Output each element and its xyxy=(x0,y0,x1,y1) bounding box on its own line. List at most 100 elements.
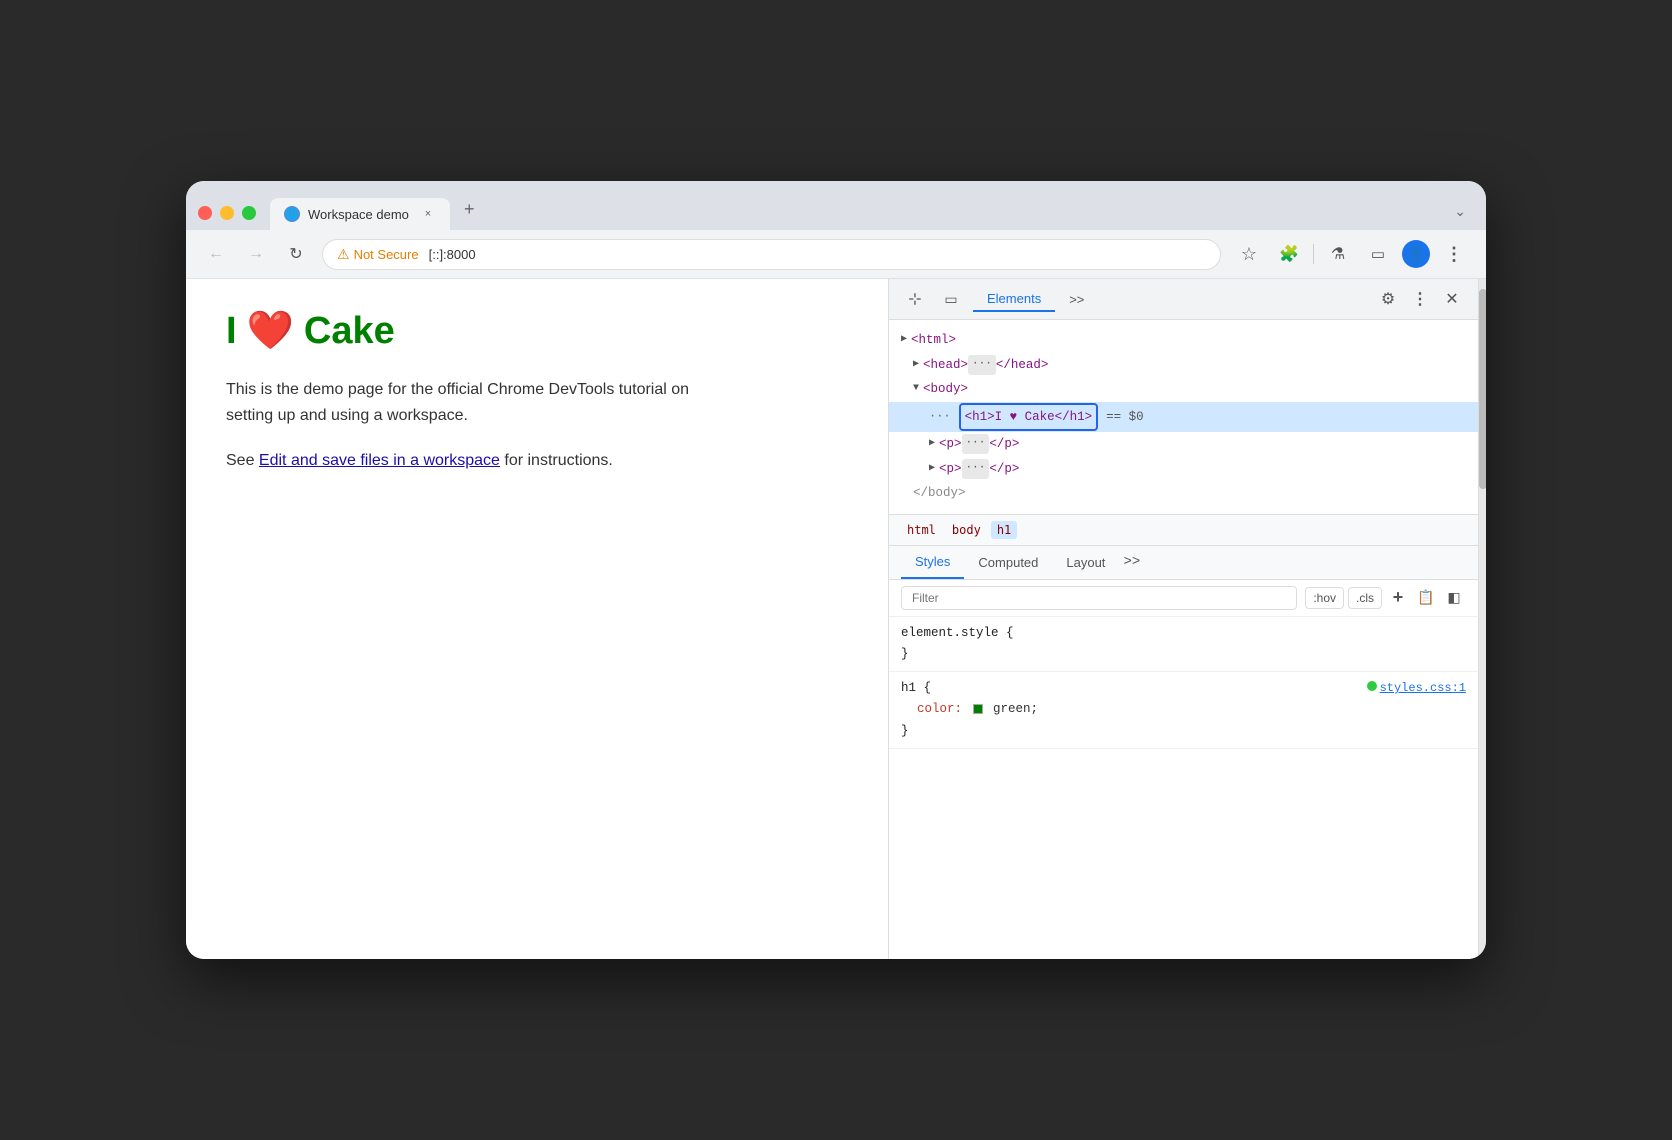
settings-icon: ⚙ xyxy=(1381,289,1395,309)
element-style-selector: element.style { xyxy=(901,626,1014,640)
workspace-link[interactable]: Edit and save files in a workspace xyxy=(259,452,500,469)
html-tag: <html> xyxy=(911,329,956,352)
paragraph2-prefix: See xyxy=(226,452,259,469)
dom-body-close-line[interactable]: </body> xyxy=(889,481,1478,506)
dom-tree: ▶ <html> ▶ <head> ··· </head> ▼ <body> xyxy=(889,320,1478,515)
body-close-preview: </body> xyxy=(913,482,966,505)
devtools-close-button[interactable]: ✕ xyxy=(1438,285,1466,313)
breadcrumb-body[interactable]: body xyxy=(946,521,987,539)
inspect-button[interactable]: ⊹ xyxy=(901,285,929,313)
h1-source[interactable]: styles.css:1 xyxy=(1367,678,1466,698)
subtab-styles[interactable]: Styles xyxy=(901,546,964,579)
forward-button[interactable]: → xyxy=(242,240,270,268)
devtools-more-button[interactable]: ⋮ xyxy=(1406,285,1434,313)
subtab-computed[interactable]: Computed xyxy=(964,547,1052,578)
head-open-tag: <head> xyxy=(923,354,968,377)
h1-rule: h1 { styles.css:1 color: green; } xyxy=(889,672,1478,749)
subtab-layout[interactable]: Layout xyxy=(1052,547,1119,578)
paragraph-2: See Edit and save files in a workspace f… xyxy=(226,448,726,474)
head-close-tag: </head> xyxy=(996,354,1049,377)
maximize-button[interactable] xyxy=(242,206,256,220)
devtools-settings-button[interactable]: ⚙ xyxy=(1374,285,1402,313)
paragraph2-suffix: for instructions. xyxy=(500,452,613,469)
dom-html-line[interactable]: ▶ <html> xyxy=(889,328,1478,353)
dom-h1-line[interactable]: ··· <h1>I ♥ Cake</h1> == $0 xyxy=(889,402,1478,433)
breadcrumb-html[interactable]: html xyxy=(901,521,942,539)
menu-button[interactable]: ⋮ xyxy=(1438,238,1470,270)
dom-more-button[interactable]: ··· xyxy=(929,406,951,428)
dom-head-line[interactable]: ▶ <head> ··· </head> xyxy=(889,353,1478,378)
url-address: [::]:8000 xyxy=(429,247,476,262)
element-state-button[interactable]: ◧ xyxy=(1442,586,1466,610)
reload-button[interactable]: ↻ xyxy=(282,240,310,268)
split-icon: ▭ xyxy=(1371,245,1385,263)
body-open-tag: <body> xyxy=(923,378,968,401)
dom-p2-line[interactable]: ▶ <p> ··· </p> xyxy=(889,457,1478,482)
tab-title: Workspace demo xyxy=(308,207,412,222)
tab-elements[interactable]: Elements xyxy=(973,287,1055,312)
minimize-button[interactable] xyxy=(220,206,234,220)
url-bar[interactable]: ⚠ Not Secure [::]:8000 xyxy=(322,239,1221,270)
security-text: Not Secure xyxy=(354,247,419,262)
color-swatch-green[interactable] xyxy=(973,704,983,714)
toolbar-icons: ☆ 🧩 ⚗ ▭ 👤 ⋮ xyxy=(1233,238,1470,270)
browser-content: I ❤️ Cake This is the demo page for the … xyxy=(186,279,1486,959)
add-style-button[interactable]: + xyxy=(1386,586,1410,610)
extensions-button[interactable]: 🧩 xyxy=(1273,238,1305,270)
dom-body-line[interactable]: ▼ <body> xyxy=(889,377,1478,402)
tab-favicon: 🌐 xyxy=(284,206,300,222)
styles-filter-input[interactable] xyxy=(901,586,1297,610)
page-content: I ❤️ Cake This is the demo page for the … xyxy=(186,279,888,959)
devtools-right-icons: ⚙ ⋮ ✕ xyxy=(1374,285,1466,313)
devtools-scrollbar-thumb[interactable] xyxy=(1479,289,1486,489)
p1-ellipsis[interactable]: ··· xyxy=(962,434,990,454)
breadcrumb-h1[interactable]: h1 xyxy=(991,521,1017,539)
devtools-tabs: Elements >> xyxy=(973,287,1366,312)
address-bar: ← → ↻ ⚠ Not Secure [::]:8000 ☆ 🧩 ⚗ ▭ xyxy=(186,230,1486,279)
collapse-head-icon[interactable]: ▶ xyxy=(913,356,919,374)
devtools-scrollbar[interactable] xyxy=(1478,279,1486,959)
collapse-p2-icon[interactable]: ▶ xyxy=(929,460,935,478)
heading-cake: Cake xyxy=(304,310,395,353)
devtools-toolbar: ⊹ ▭ Elements >> ⚙ xyxy=(889,279,1478,320)
new-stylesheet-button[interactable]: 📋 xyxy=(1414,586,1438,610)
cls-button[interactable]: .cls xyxy=(1348,587,1382,609)
bookmark-button[interactable]: ☆ xyxy=(1233,238,1265,270)
p1-close-tag: </p> xyxy=(989,433,1019,456)
new-tab-button[interactable]: + xyxy=(454,191,485,230)
element-style-rule: element.style { } xyxy=(889,617,1478,673)
collapse-html-icon[interactable]: ▶ xyxy=(901,331,907,349)
head-ellipsis[interactable]: ··· xyxy=(968,355,996,375)
labs-icon: ⚗ xyxy=(1331,244,1345,264)
subtab-more-icon[interactable]: >> xyxy=(1123,554,1140,570)
color-value: green; xyxy=(993,702,1038,716)
dom-p1-line[interactable]: ▶ <p> ··· </p> xyxy=(889,432,1478,457)
tab-bar: 🌐 Workspace demo × + ⌄ xyxy=(186,181,1486,230)
back-button[interactable]: ← xyxy=(202,240,230,268)
hov-button[interactable]: :hov xyxy=(1305,587,1344,609)
source-dot-icon xyxy=(1367,681,1377,691)
collapse-body-icon[interactable]: ▼ xyxy=(913,380,919,398)
tab-menu-button[interactable]: ⌄ xyxy=(1446,195,1474,230)
active-tab[interactable]: 🌐 Workspace demo × xyxy=(270,198,450,230)
tab-more-devtools[interactable]: >> xyxy=(1055,288,1098,311)
close-icon: ✕ xyxy=(1445,289,1458,309)
heading-i: I xyxy=(226,310,237,353)
profile-avatar[interactable]: 👤 xyxy=(1402,240,1430,268)
h1-rule-close: } xyxy=(901,724,909,738)
labs-button[interactable]: ⚗ xyxy=(1322,238,1354,270)
profile-icon: 👤 xyxy=(1407,245,1426,263)
p2-close-tag: </p> xyxy=(989,458,1019,481)
color-property: color: green; xyxy=(917,702,1038,716)
styles-panel: Styles Computed Layout >> :hov .cls + 📋 … xyxy=(889,546,1478,960)
dom-breadcrumb: html body h1 xyxy=(889,515,1478,546)
p2-open-tag: <p> xyxy=(939,458,962,481)
styles-subtabs: Styles Computed Layout >> xyxy=(889,546,1478,580)
collapse-p1-icon[interactable]: ▶ xyxy=(929,435,935,453)
close-button[interactable] xyxy=(198,206,212,220)
split-button[interactable]: ▭ xyxy=(1362,238,1394,270)
p2-ellipsis[interactable]: ··· xyxy=(962,459,990,479)
device-button[interactable]: ▭ xyxy=(937,285,965,313)
security-indicator: ⚠ Not Secure xyxy=(337,246,419,263)
tab-close-button[interactable]: × xyxy=(420,206,436,222)
